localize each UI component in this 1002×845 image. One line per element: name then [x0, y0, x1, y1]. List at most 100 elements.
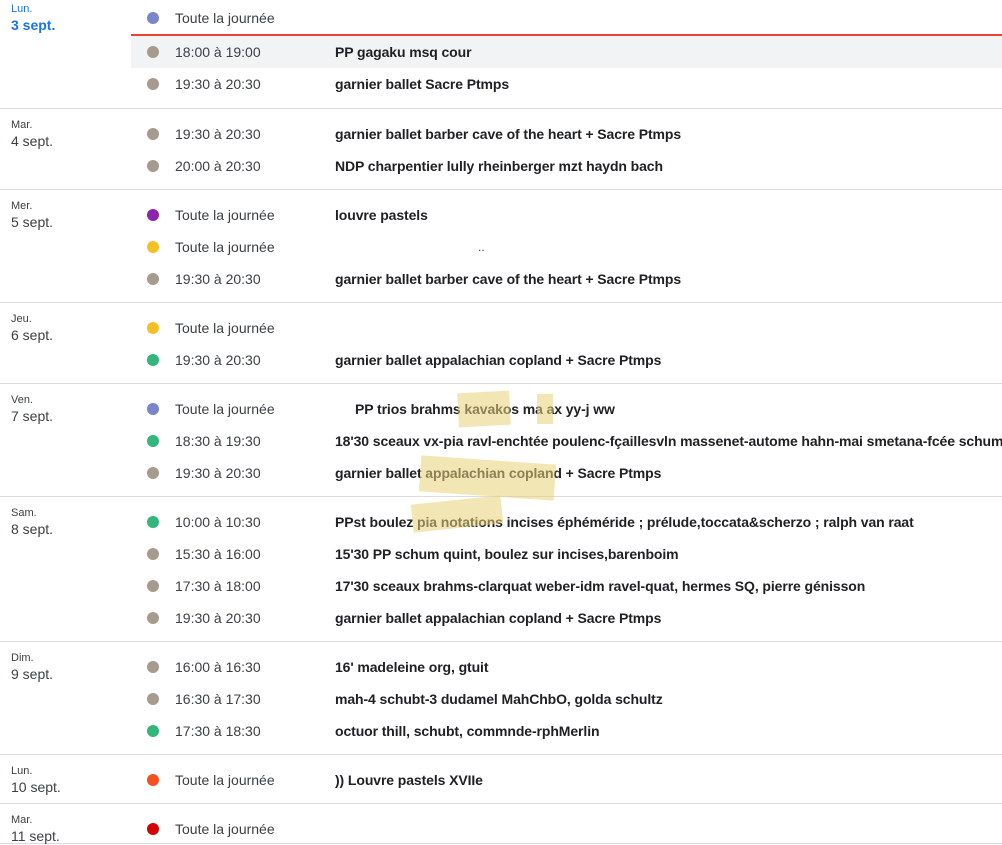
event-row[interactable]: Toute la journée louvre pastels: [131, 199, 1002, 231]
event-row[interactable]: 19:30 à 20:30 garnier ballet Sacre Ptmps: [131, 68, 1002, 100]
event-title: louvre pastels: [335, 207, 428, 223]
event-time: 10:00 à 10:30: [175, 514, 261, 530]
calendar-color-dot-icon: [147, 128, 159, 140]
event-row[interactable]: 16:00 à 16:30 16' madeleine org, gtuit: [131, 651, 1002, 683]
event-row[interactable]: Toute la journée: [131, 2, 1002, 34]
event-row[interactable]: 15:30 à 16:00 15'30 PP schum quint, boule…: [131, 538, 1002, 570]
event-title: )) Louvre pastels XVIIe: [335, 772, 483, 788]
day-date: 5 sept.: [11, 214, 54, 230]
day-of-week: Dim.: [11, 652, 34, 664]
event-time: Toute la journée: [175, 320, 275, 336]
day-section: Jeu. 6 sept. Toute la journée 19:30 à 20:30…: [0, 303, 1002, 384]
event-title: ..: [478, 240, 485, 254]
calendar-color-dot-icon: [147, 823, 159, 835]
event-row[interactable]: 19:30 à 20:30 garnier ballet barber cave …: [131, 118, 1002, 150]
event-row[interactable]: 19:30 à 20:30 garnier ballet appalachian …: [131, 457, 1002, 489]
day-of-week: Lun.: [11, 3, 33, 15]
calendar-color-dot-icon: [147, 403, 159, 415]
day-date: 10 sept.: [11, 779, 61, 795]
calendar-color-dot-icon: [147, 160, 159, 172]
calendar-color-dot-icon: [147, 209, 159, 221]
event-row[interactable]: 10:00 à 10:30 PPst boulez pia notations i…: [131, 506, 1002, 538]
event-list: Toute la journée 19:30 à 20:30 garnier bal…: [0, 303, 1002, 376]
day-of-week: Mar.: [11, 814, 33, 826]
day-date: 9 sept.: [11, 666, 54, 682]
day-of-week: Lun.: [11, 765, 33, 777]
event-list: Toute la journée 18:00 à 19:00 PP gagaku m…: [0, 0, 1002, 100]
event-row[interactable]: Toute la journée..: [131, 231, 1002, 263]
day-section: Mar. 11 sept. Toute la journée: [0, 804, 1002, 844]
event-row[interactable]: Toute la journée: [131, 813, 1002, 845]
event-time: 19:30 à 20:30: [175, 465, 261, 481]
event-time: 19:30 à 20:30: [175, 352, 261, 368]
event-title: garnier ballet appalachian copland + Sac…: [335, 352, 662, 368]
event-time: 19:30 à 20:30: [175, 76, 261, 92]
day-label[interactable]: Ven. 7 sept.: [11, 393, 53, 423]
calendar-color-dot-icon: [147, 435, 159, 447]
event-title: PP trios brahms kavakos ma ax yy-j ww: [355, 401, 615, 417]
day-label[interactable]: Mer. 5 sept.: [11, 199, 53, 229]
day-section: Ven. 7 sept. Toute la journée PP trios brah…: [0, 384, 1002, 497]
event-title: garnier ballet appalachian copland + Sac…: [335, 610, 662, 626]
event-list: Toute la journée )) Louvre pastels XVIIe: [0, 755, 1002, 796]
event-row[interactable]: 17:30 à 18:00 17'30 sceaux brahms-clarqua…: [131, 570, 1002, 602]
calendar-color-dot-icon: [147, 467, 159, 479]
day-label[interactable]: Dim. 9 sept.: [11, 651, 53, 681]
day-label[interactable]: Mar. 4 sept.: [11, 118, 53, 148]
calendar-color-dot-icon: [147, 774, 159, 786]
event-list: 16:00 à 16:30 16' madeleine org, gtuit 16:…: [0, 642, 1002, 747]
event-row[interactable]: 18:00 à 19:00 PP gagaku msq cour: [131, 36, 1002, 68]
day-section: Mar. 4 sept. 19:30 à 20:30 garnier ballet b…: [0, 109, 1002, 190]
day-section: Lun. 10 sept. Toute la journée )) Louvre pa…: [0, 755, 1002, 804]
event-list: Toute la journée PP trios brahms kavakos …: [0, 384, 1002, 489]
event-title: garnier ballet Sacre Ptmps: [335, 76, 510, 92]
event-title: 16' madeleine org, gtuit: [335, 659, 489, 675]
event-row[interactable]: Toute la journée: [131, 312, 1002, 344]
event-title: octuor thill, schubt, commnde-rphMerlin: [335, 723, 600, 739]
event-title: garnier ballet barber cave of the heart …: [335, 126, 682, 142]
day-label[interactable]: Jeu. 6 sept.: [11, 312, 53, 342]
event-row[interactable]: 20:00 à 20:30 NDP charpentier lully rhein…: [131, 150, 1002, 182]
event-list: Toute la journée louvre pastels Toute la j…: [0, 190, 1002, 295]
event-time: 15:30 à 16:00: [175, 546, 261, 562]
day-section: Sam. 8 sept. 10:00 à 10:30 PPst boulez pia …: [0, 497, 1002, 642]
day-date: 3 sept.: [11, 17, 56, 33]
day-label[interactable]: Sam. 8 sept.: [11, 506, 53, 536]
event-time: 16:30 à 17:30: [175, 691, 261, 707]
event-time: 19:30 à 20:30: [175, 126, 261, 142]
event-row[interactable]: Toute la journée )) Louvre pastels XVIIe: [131, 764, 1002, 796]
event-row[interactable]: Toute la journée PP trios brahms kavakos …: [131, 393, 1002, 425]
event-time: Toute la journée: [175, 239, 275, 255]
event-row[interactable]: 17:30 à 18:30 octuor thill, schubt, commn…: [131, 715, 1002, 747]
event-title: 17'30 sceaux brahms-clarquat weber-idm r…: [335, 578, 866, 594]
day-label[interactable]: Mar. 11 sept.: [11, 813, 60, 843]
event-time: Toute la journée: [175, 207, 275, 223]
calendar-color-dot-icon: [147, 354, 159, 366]
calendar-color-dot-icon: [147, 725, 159, 737]
calendar-color-dot-icon: [147, 516, 159, 528]
event-row[interactable]: 16:30 à 17:30 mah-4 schubt-3 dudamel MahC…: [131, 683, 1002, 715]
event-time: Toute la journée: [175, 772, 275, 788]
event-row[interactable]: 19:30 à 20:30 garnier ballet barber cave …: [131, 263, 1002, 295]
event-time: 20:00 à 20:30: [175, 158, 261, 174]
event-title: NDP charpentier lully rheinberger mzt ha…: [335, 158, 663, 174]
day-label[interactable]: Lun. 10 sept.: [11, 764, 61, 794]
calendar-color-dot-icon: [147, 241, 159, 253]
event-row[interactable]: 19:30 à 20:30 garnier ballet appalachian …: [131, 602, 1002, 634]
day-section: Dim. 9 sept. 16:00 à 16:30 16' madeleine or…: [0, 642, 1002, 755]
calendar-color-dot-icon: [147, 78, 159, 90]
event-list: 19:30 à 20:30 garnier ballet barber cave …: [0, 109, 1002, 182]
event-time: Toute la journée: [175, 821, 275, 837]
day-date: 7 sept.: [11, 408, 54, 424]
day-of-week: Ven.: [11, 394, 34, 406]
day-of-week: Sam.: [11, 507, 37, 519]
day-date: 8 sept.: [11, 521, 54, 537]
event-time: Toute la journée: [175, 401, 275, 417]
event-row[interactable]: 18:30 à 19:30 18'30 sceaux vx-pia ravl-en…: [131, 425, 1002, 457]
calendar-color-dot-icon: [147, 693, 159, 705]
event-time: 18:30 à 19:30: [175, 433, 261, 449]
event-time: 17:30 à 18:30: [175, 723, 261, 739]
day-label[interactable]: Lun. 3 sept.: [11, 2, 55, 32]
event-row[interactable]: 19:30 à 20:30 garnier ballet appalachian …: [131, 344, 1002, 376]
day-of-week: Mer.: [11, 200, 33, 212]
